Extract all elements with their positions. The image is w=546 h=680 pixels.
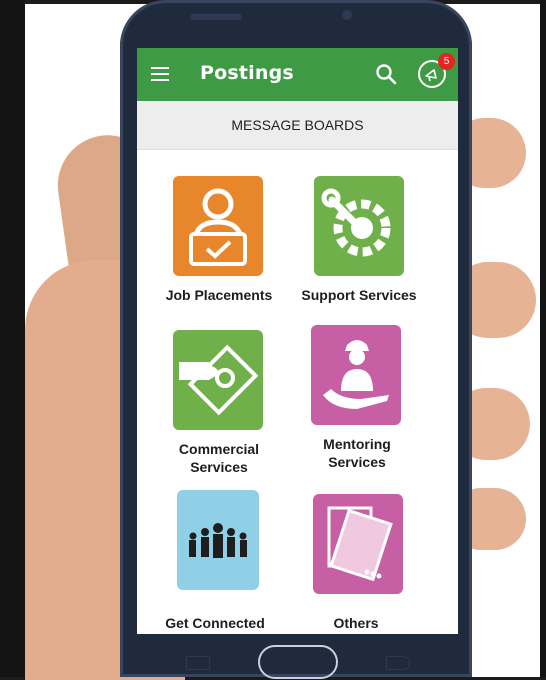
photo-border-right	[540, 0, 546, 677]
back-key[interactable]	[386, 656, 410, 670]
search-icon[interactable]	[375, 63, 397, 85]
tile-label: Others	[333, 615, 379, 631]
tile-label-line1: Mentoring	[323, 436, 391, 452]
home-button[interactable]	[258, 645, 338, 679]
gear-wrench-icon	[314, 176, 404, 276]
tile-label-line1: Commercial	[178, 441, 260, 457]
job-placements-icon	[173, 176, 263, 276]
app-title: Postings	[200, 62, 294, 84]
tile-label-line2: Services	[328, 454, 386, 470]
tile-label-line2: Services	[190, 459, 248, 475]
speaker-grille	[190, 14, 242, 20]
app-bar: Postings 5	[137, 48, 458, 101]
people-group-icon	[177, 490, 259, 590]
photo-border-left	[0, 0, 25, 677]
phone-screen: Postings 5 MESSAGE BOARDS Job Placements	[137, 48, 458, 634]
tile-label: Get Connected	[165, 615, 265, 631]
tile-label: Support Services	[301, 287, 417, 303]
tile-label: Job Placements	[165, 287, 273, 303]
documents-icon	[313, 494, 403, 594]
recent-apps-key[interactable]	[186, 656, 210, 670]
notification-count-badge: 5	[438, 53, 455, 70]
front-camera	[342, 10, 352, 20]
hamburger-menu-icon[interactable]	[151, 67, 169, 81]
commercial-card-icon	[173, 330, 263, 430]
mentor-icon	[311, 325, 401, 425]
message-boards-header: MESSAGE BOARDS	[137, 101, 458, 150]
